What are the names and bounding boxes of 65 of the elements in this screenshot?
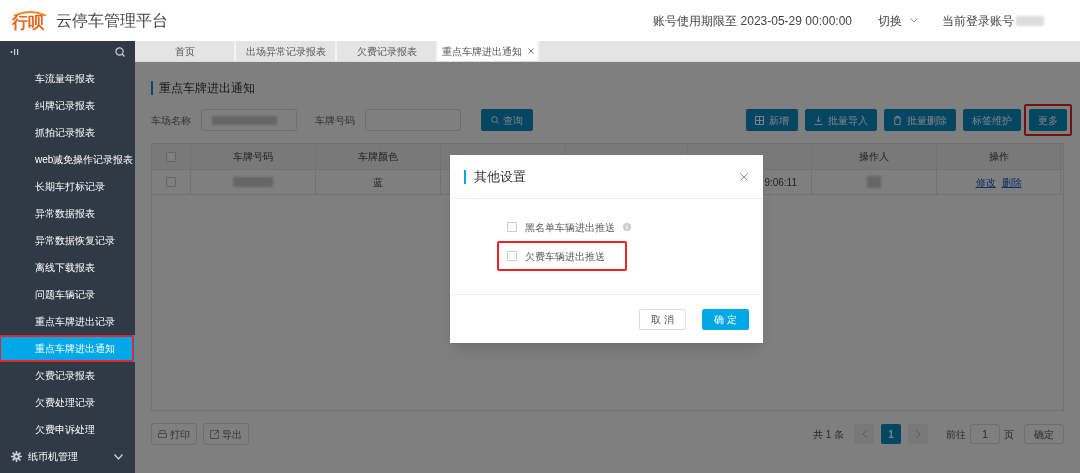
sidebar-item[interactable]: 离线下载报表 xyxy=(0,254,135,281)
total-count: 共 1 条 xyxy=(812,427,844,442)
field-label: 车牌号码 xyxy=(315,113,355,128)
gear-icon xyxy=(11,451,22,462)
option-label: 黑名单车辆进出推送 xyxy=(525,220,615,235)
sidebar-item[interactable]: 抓拍记录报表 xyxy=(0,119,135,146)
checkbox[interactable] xyxy=(507,222,517,232)
add-icon xyxy=(755,115,764,125)
close-button[interactable] xyxy=(739,171,749,182)
search-icon xyxy=(491,116,499,124)
sidebar-item[interactable]: 纠牌记录报表 xyxy=(0,92,135,119)
sidebar-item[interactable]: 异常数据报表 xyxy=(0,200,135,227)
field-label: 车场名称 xyxy=(151,113,191,128)
checkbox[interactable] xyxy=(507,251,517,261)
expiry-text: 账号使用期限至 2023-05-29 00:00:00 xyxy=(653,12,852,30)
sidebar-item[interactable]: 欠费申诉处理 xyxy=(0,416,135,443)
sidebar-item[interactable]: web减免操作记录报表 xyxy=(0,146,135,173)
search-icon xyxy=(115,46,125,57)
checkbox[interactable] xyxy=(166,177,176,187)
next-page-button[interactable] xyxy=(908,424,928,444)
column-header: 操作 xyxy=(988,150,1009,164)
export-icon xyxy=(210,429,219,439)
table-cell-text: 蓝 xyxy=(373,175,383,190)
switch-dropdown[interactable]: 切换 xyxy=(878,11,918,30)
chevron-left-icon xyxy=(861,430,867,438)
download-icon xyxy=(814,115,823,125)
redacted-value xyxy=(1016,15,1044,26)
trash-icon xyxy=(893,115,902,125)
sidebar-item[interactable]: 欠费处理记录 xyxy=(0,389,135,416)
sidebar-item[interactable]: 欠费记录报表 xyxy=(0,362,135,389)
chevron-right-icon xyxy=(915,430,921,438)
logo-arc-icon xyxy=(12,10,48,16)
printer-icon xyxy=(158,429,167,439)
prev-page-button[interactable] xyxy=(854,424,874,444)
column-header: 操作人 xyxy=(859,150,889,164)
collapse-icon xyxy=(10,47,19,56)
goto-label: 前往 xyxy=(946,427,966,442)
option-label: 欠费车辆进出推送 xyxy=(525,249,605,264)
sidebar-group[interactable]: 纸币机管理 xyxy=(28,449,108,464)
chevron-down-icon xyxy=(910,18,918,23)
footer-button[interactable]: 打印 xyxy=(151,423,197,445)
sidebar-item[interactable]: 问题车辆记录 xyxy=(0,281,135,308)
dialog-title: 其他设置 xyxy=(474,167,527,186)
goto-confirm-button[interactable]: 确定 xyxy=(1024,424,1064,444)
page-unit-label: 页 xyxy=(1004,427,1014,442)
table-cell-text: 9:06:11 xyxy=(764,175,797,190)
checkbox[interactable] xyxy=(166,151,176,162)
sidebar-item[interactable]: 重点车牌进出记录 xyxy=(0,308,135,335)
cancel-button[interactable]: 取 消 xyxy=(639,308,686,330)
input-field[interactable] xyxy=(201,109,297,131)
sidebar-item[interactable]: 车流量年报表 xyxy=(0,65,135,92)
action-link[interactable]: 删除 xyxy=(1001,174,1022,190)
page-title: 重点车牌进出通知 xyxy=(159,80,255,97)
app-title: 云停车管理平台 xyxy=(56,10,168,31)
account-label: 当前登录账号 xyxy=(942,12,1014,30)
column-header: 车牌颜色 xyxy=(358,150,398,164)
footer-button[interactable]: 导出 xyxy=(203,423,249,445)
tab[interactable]: 重点车牌进出通知 xyxy=(438,41,539,61)
column-header: 车牌号码 xyxy=(233,150,273,164)
close-icon xyxy=(740,172,748,181)
page-input[interactable]: 1 xyxy=(970,424,1000,444)
action-link[interactable]: 修改 xyxy=(975,174,996,190)
sidebar-item[interactable]: 异常数据恢复记录 xyxy=(0,227,135,254)
sidebar-item[interactable]: 长期车打标记录 xyxy=(0,173,135,200)
logo-text: 行呗 xyxy=(12,15,44,31)
